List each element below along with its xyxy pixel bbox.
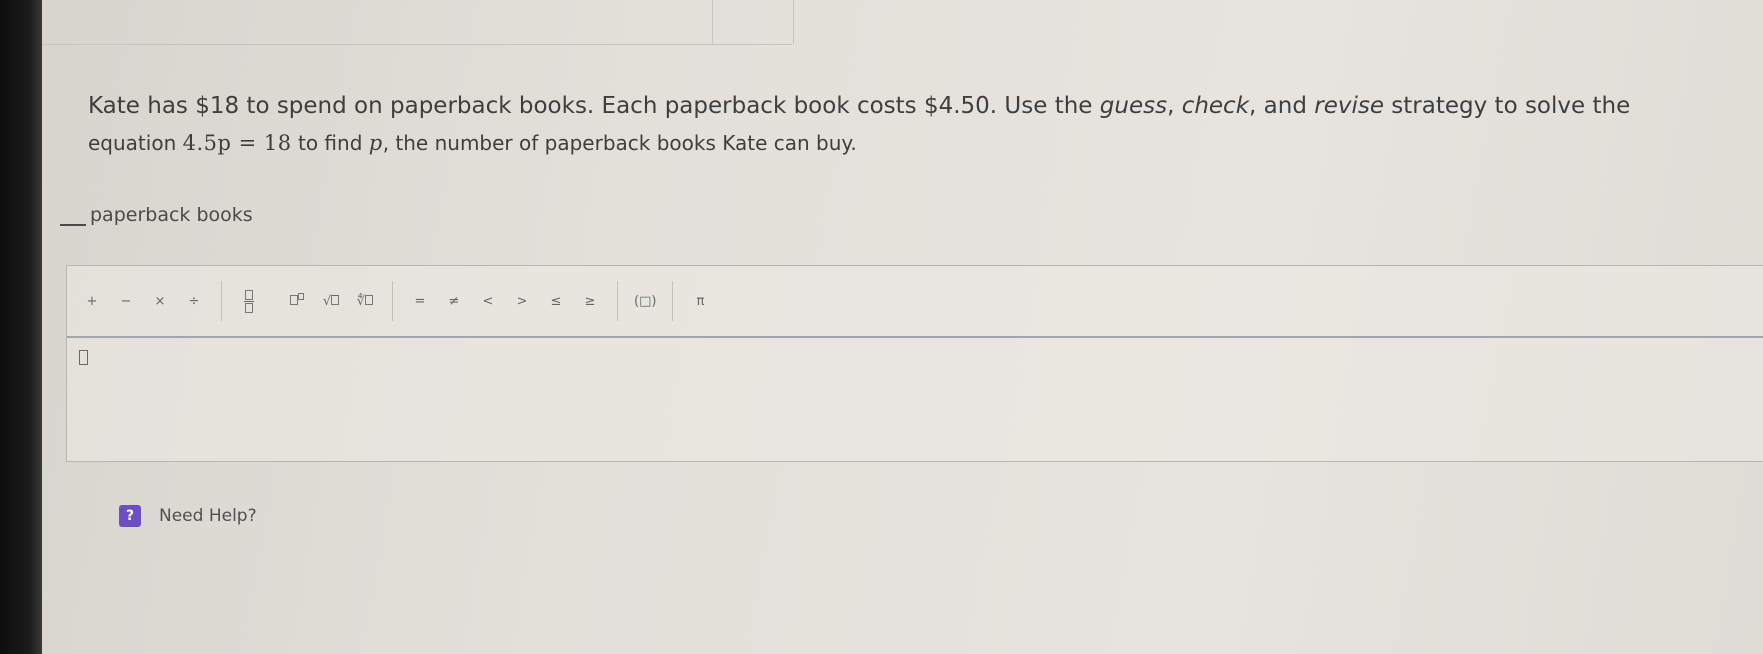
times-button[interactable]: × bbox=[149, 287, 171, 315]
problem-text: , the number of paperback books Kate can… bbox=[382, 131, 857, 155]
toolbar-divider bbox=[672, 281, 674, 321]
need-help-link[interactable]: Need Help? bbox=[159, 506, 257, 526]
problem-text: , bbox=[1167, 93, 1182, 119]
answer-prompt: paperback books bbox=[60, 204, 253, 226]
less-equal-button[interactable]: ≤ bbox=[545, 287, 567, 315]
input-cursor-placeholder[interactable] bbox=[79, 350, 88, 365]
problem-text: equation bbox=[88, 131, 183, 155]
toolbar-divider bbox=[392, 281, 393, 321]
exponent-button[interactable] bbox=[286, 287, 308, 315]
top-panel bbox=[42, 0, 792, 45]
variable-p: p bbox=[368, 131, 383, 155]
nth-root-icon: ∜ bbox=[357, 294, 374, 309]
nth-root-button[interactable]: ∜ bbox=[354, 287, 376, 315]
toolbar-divider bbox=[221, 281, 222, 321]
problem-line-1: Kate has $18 to spend on paperback books… bbox=[88, 88, 1728, 125]
pi-button[interactable]: π bbox=[689, 287, 711, 315]
parentheses-button[interactable]: (□) bbox=[634, 287, 656, 315]
equation: 4.5p = 18 bbox=[182, 131, 292, 155]
toolbar-divider bbox=[617, 281, 618, 321]
strategy-guess: guess bbox=[1099, 93, 1168, 119]
problem-text: strategy to solve the bbox=[1384, 93, 1631, 119]
minus-button[interactable]: − bbox=[115, 287, 137, 315]
screen-bezel bbox=[0, 0, 42, 654]
less-than-button[interactable]: < bbox=[477, 287, 499, 315]
top-panel-box bbox=[712, 0, 794, 44]
help-icon[interactable]: ? bbox=[119, 505, 141, 527]
plus-button[interactable]: + bbox=[81, 287, 103, 315]
sqrt-button[interactable]: √ bbox=[320, 287, 342, 315]
fraction-button[interactable] bbox=[238, 287, 260, 315]
sqrt-icon: √ bbox=[323, 294, 340, 309]
problem-statement: Kate has $18 to spend on paperback books… bbox=[88, 88, 1728, 162]
math-answer-editor[interactable]: + − × ÷ √ ∜ = ≠ < > ≤ ≥ (□) π bbox=[66, 265, 1763, 462]
strategy-revise: revise bbox=[1314, 93, 1384, 119]
answer-suffix: paperback books bbox=[90, 204, 253, 226]
problem-text: , and bbox=[1249, 93, 1315, 119]
fraction-icon bbox=[244, 289, 254, 313]
exponent-icon bbox=[290, 292, 304, 309]
strategy-check: check bbox=[1181, 93, 1250, 119]
math-toolbar: + − × ÷ √ ∜ = ≠ < > ≤ ≥ (□) π bbox=[67, 266, 1763, 338]
need-help[interactable]: ? Need Help? bbox=[119, 505, 257, 527]
problem-line-2: equation 4.5p = 18 to find p, the number… bbox=[88, 125, 1728, 162]
divide-button[interactable]: ÷ bbox=[183, 287, 205, 315]
answer-blank[interactable] bbox=[60, 224, 86, 226]
greater-equal-button[interactable]: ≥ bbox=[579, 287, 601, 315]
problem-text: to find bbox=[291, 131, 369, 155]
equals-button[interactable]: = bbox=[409, 287, 431, 315]
not-equal-button[interactable]: ≠ bbox=[443, 287, 465, 315]
problem-text: Kate has $18 to spend on paperback books… bbox=[88, 93, 1100, 119]
greater-than-button[interactable]: > bbox=[511, 287, 533, 315]
